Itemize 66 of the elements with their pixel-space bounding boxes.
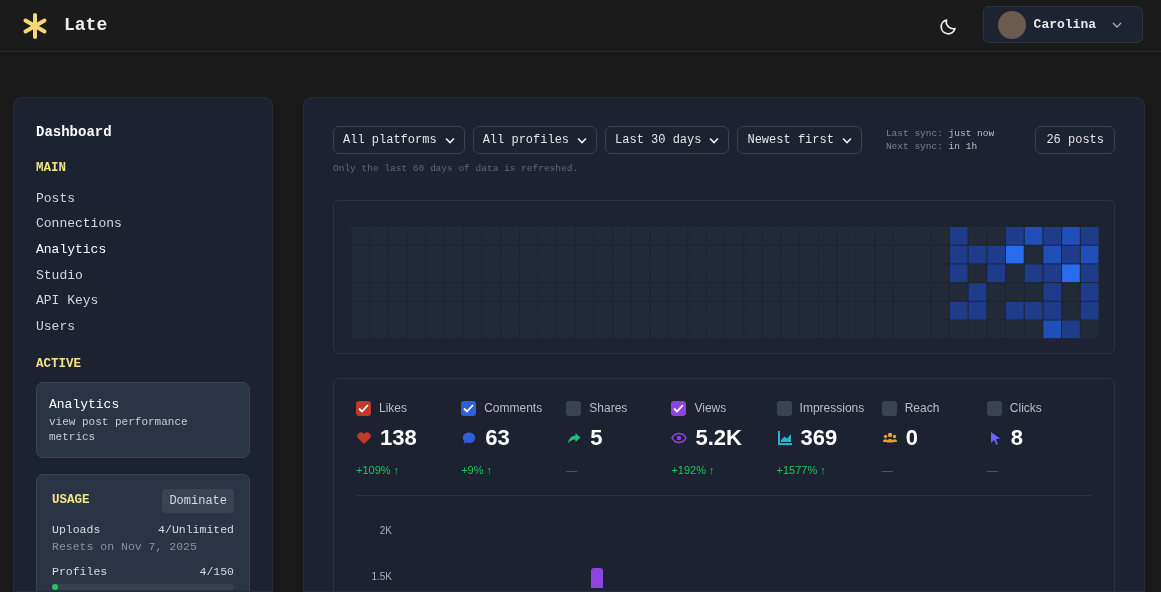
metric-label: Reach (904, 400, 940, 418)
metric-value: 369 (800, 424, 838, 453)
metric-change: +9% ↑ (461, 463, 494, 479)
uploads-label: Uploads (52, 521, 101, 538)
bar-drawing (591, 567, 603, 588)
active-page-title: Analytics (49, 396, 121, 415)
chevron-icon (841, 136, 852, 144)
section-heading: ACTIVE (36, 356, 82, 374)
active-page-description: view post performance metrics (49, 414, 189, 445)
user-menu-button[interactable]: Carolina (982, 6, 1143, 43)
sidebar-title: Dashboard (36, 123, 113, 142)
checkbox[interactable] (356, 400, 371, 416)
nav-link[interactable]: Studio (36, 262, 250, 289)
metric-change: +1577% ↑ (776, 463, 827, 479)
metric-change: — (986, 463, 999, 479)
nav-link[interactable]: Analytics (36, 236, 250, 263)
metric-value: 8 (1010, 424, 1024, 453)
avatar (997, 10, 1026, 39)
metric-value: 63 (485, 424, 510, 453)
nav-link[interactable]: API Keys (36, 288, 250, 314)
axis-label: 1.5K (370, 569, 392, 584)
app-name: Late (64, 14, 108, 37)
chevron-icon (1112, 21, 1122, 28)
metric-label: Likes (379, 400, 407, 418)
checkbox[interactable] (566, 400, 582, 416)
metric-label: Shares (589, 400, 628, 418)
checkbox[interactable] (461, 400, 477, 416)
metric-change: — (566, 463, 579, 479)
checkbox[interactable] (671, 400, 687, 416)
chevron-icon (577, 136, 588, 144)
profiles-label: Profiles (52, 564, 108, 581)
last-sync-text: Last sync: just now (885, 127, 995, 140)
metric-label: Comments (484, 400, 543, 418)
metric-value: 138 (380, 424, 417, 453)
next-sync-text: Next sync: in 1h (885, 140, 979, 153)
section-heading: MAIN (36, 160, 67, 177)
chevron-icon (709, 136, 720, 144)
metric-change: +192% ↑ (671, 463, 716, 479)
checkbox[interactable] (776, 400, 792, 416)
checkbox[interactable] (986, 400, 1002, 416)
refresh-note: Only the last 60 days of data is refreshed. (333, 162, 580, 176)
uploads-value: 4/Unlimited (158, 521, 234, 538)
metric-change: — (881, 463, 894, 479)
filter-dropdown[interactable]: Last 30 days (605, 126, 730, 154)
checkbox[interactable] (881, 400, 897, 416)
metric-label: Views (694, 400, 727, 418)
usage-heading: USAGE (52, 492, 90, 510)
metric-value: 5 (590, 424, 603, 453)
profiles-value: 4/150 (199, 564, 234, 581)
nav-link[interactable]: Connections (36, 211, 250, 237)
metric-value: 0 (905, 424, 918, 453)
filter-dropdown[interactable]: All platforms (333, 126, 465, 154)
axis-label: 2K (378, 523, 392, 538)
asterisk-logo-icon (22, 12, 48, 39)
reset-note: Resets on Nov 7, 2025 (52, 538, 198, 555)
plan-tag: Dominate (162, 488, 234, 513)
nav-link[interactable]: Posts (36, 185, 250, 212)
metric-label: Clicks (1009, 400, 1042, 418)
metric-value: 5.2K (695, 424, 742, 453)
metric-change: +109% ↑ (356, 463, 401, 479)
nav-link[interactable]: Users (36, 313, 250, 340)
filter-dropdown[interactable]: All profiles (472, 126, 598, 154)
metric-label: Impressions (799, 400, 865, 418)
post-count: 26 posts (1035, 126, 1115, 154)
filter-dropdown[interactable]: Newest first (737, 126, 862, 154)
chevron-icon (444, 136, 455, 144)
